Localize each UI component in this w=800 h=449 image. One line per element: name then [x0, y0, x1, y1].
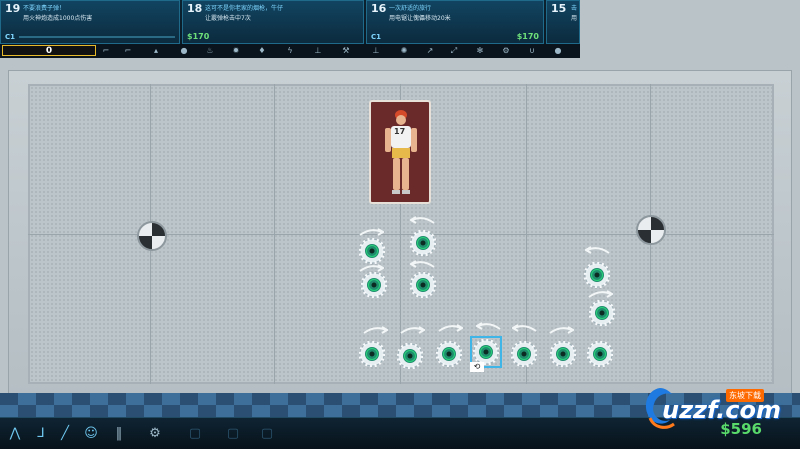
saw-blade[interactable]	[589, 300, 615, 326]
knife-icon[interactable]: ‖	[108, 423, 130, 445]
brush-icon[interactable]: ╱	[54, 423, 76, 445]
lock-icon[interactable]: ▢	[184, 423, 206, 445]
mission-number: 19	[5, 2, 21, 15]
spikes-icon[interactable]: ⋀	[4, 423, 26, 445]
magnet-icon[interactable]: ∪	[526, 45, 538, 57]
mission-card-18[interactable]: 18 这可不是你老家的烟枪，牛仔 让霰弹枪击中7次 $170	[182, 0, 364, 44]
mission-card-19[interactable]: 19 不要浪费子弹！ 用火神炮造成1000点伤害 C1	[0, 0, 180, 44]
fire-icon[interactable]: ♨	[204, 45, 216, 57]
chair-icon[interactable]: ⅃	[30, 423, 52, 445]
toolbar: 0 ⌐ ⌐ ▴ ● ♨ ✹ ♦ ϟ ⊥ ⚒ ⊥ ✺ ↗ ⤢ ✻ ⚙ ∪ ●	[0, 44, 580, 59]
rotation-arrow	[410, 216, 435, 224]
mission-title: 一次舒适的旅行	[389, 5, 432, 12]
mission-reward: $170	[187, 32, 210, 41]
dummy-card[interactable]: 17	[369, 100, 431, 204]
rotation-arrow	[512, 324, 537, 332]
target-marker-left	[137, 221, 167, 251]
mission-title: 这可不是你老家的烟枪，牛仔	[205, 5, 284, 12]
mission-card-15[interactable]: 15 击 用	[546, 0, 580, 44]
lightning-icon[interactable]: ϟ	[284, 45, 296, 57]
dummy-number: 17	[394, 127, 406, 136]
hammer-icon[interactable]: ⚒	[340, 45, 352, 57]
rifle-icon[interactable]: ⌐	[100, 45, 112, 57]
grenade-icon[interactable]: ●	[178, 45, 190, 57]
saw-blade[interactable]	[584, 262, 610, 288]
rocket-icon[interactable]: ▴	[150, 45, 162, 57]
ragdoll-dummy[interactable]	[381, 106, 421, 198]
smiley-icon[interactable]: ☺	[80, 423, 102, 445]
gear-icon[interactable]: ⚙	[500, 45, 512, 57]
target-marker-right	[636, 215, 666, 245]
hud-right-fill	[580, 0, 800, 58]
pistol-icon[interactable]: ⌐	[122, 45, 134, 57]
bomb-icon[interactable]: ●	[552, 45, 564, 57]
mission-tag: C1	[5, 33, 16, 41]
arrow-icon[interactable]: ↗	[424, 45, 436, 57]
saw-blade[interactable]	[410, 230, 436, 256]
mission-title: 不要浪费子弹！	[23, 5, 66, 12]
mission-number: 18	[187, 2, 203, 15]
saw-blade[interactable]	[511, 341, 537, 367]
resize-icon[interactable]: ⤢	[448, 45, 460, 57]
saw-blade[interactable]	[359, 341, 385, 367]
rotation-arrow	[359, 228, 384, 236]
rotation-arrow	[400, 326, 425, 334]
circular-saw-icon[interactable]: ⚙	[144, 423, 166, 445]
saw-icon[interactable]: ✺	[398, 45, 410, 57]
mine-icon[interactable]: ✹	[230, 45, 242, 57]
rotation-arrow	[588, 290, 613, 298]
mission-number: 15	[551, 2, 567, 15]
score-display: 0	[2, 45, 96, 56]
mission-tag: C1	[371, 33, 382, 41]
rotation-arrow	[549, 326, 574, 334]
mission-desc: 用火神炮造成1000点伤害	[23, 15, 93, 22]
mission-desc: 让霰弹枪击中7次	[205, 15, 251, 22]
saw-blade[interactable]	[436, 341, 462, 367]
mission-desc: 用	[571, 15, 578, 22]
watermark-text: uzzf.com	[662, 396, 781, 424]
mission-reward: $170	[516, 32, 539, 41]
saw-blade[interactable]	[397, 343, 423, 369]
mission-desc: 用电锯让傀儡移动20米	[389, 15, 451, 22]
mission-progress-bar	[19, 36, 175, 38]
mission-card-16[interactable]: 16 一次舒适的旅行 用电锯让傀儡移动20米 C1 $170	[366, 0, 544, 44]
rotation-arrow	[363, 326, 388, 334]
drop-icon[interactable]: ♦	[256, 45, 268, 57]
saw-blade[interactable]	[361, 272, 387, 298]
top-hud: 19 不要浪费子弹！ 用火神炮造成1000点伤害 C1 18 这可不是你老家的烟…	[0, 0, 800, 59]
saw-blade[interactable]	[587, 341, 613, 367]
spike-icon[interactable]: ⊥	[312, 45, 324, 57]
saw-blade[interactable]	[410, 272, 436, 298]
lock-icon[interactable]: ▢	[222, 423, 244, 445]
saw-blade[interactable]	[550, 341, 576, 367]
saw-blade[interactable]	[359, 238, 385, 264]
rotation-arrow	[585, 246, 610, 254]
rotation-arrow	[476, 322, 501, 330]
rotate-handle-icon[interactable]: ⟲	[470, 362, 484, 372]
lock-icon[interactable]: ▢	[256, 423, 278, 445]
fan-icon[interactable]: ✻	[474, 45, 486, 57]
mission-number: 16	[371, 2, 387, 15]
mission-title: 击	[571, 5, 578, 12]
rotation-arrow	[438, 324, 463, 332]
rotation-arrow	[410, 260, 435, 268]
pin-icon[interactable]: ⊥	[370, 45, 382, 57]
